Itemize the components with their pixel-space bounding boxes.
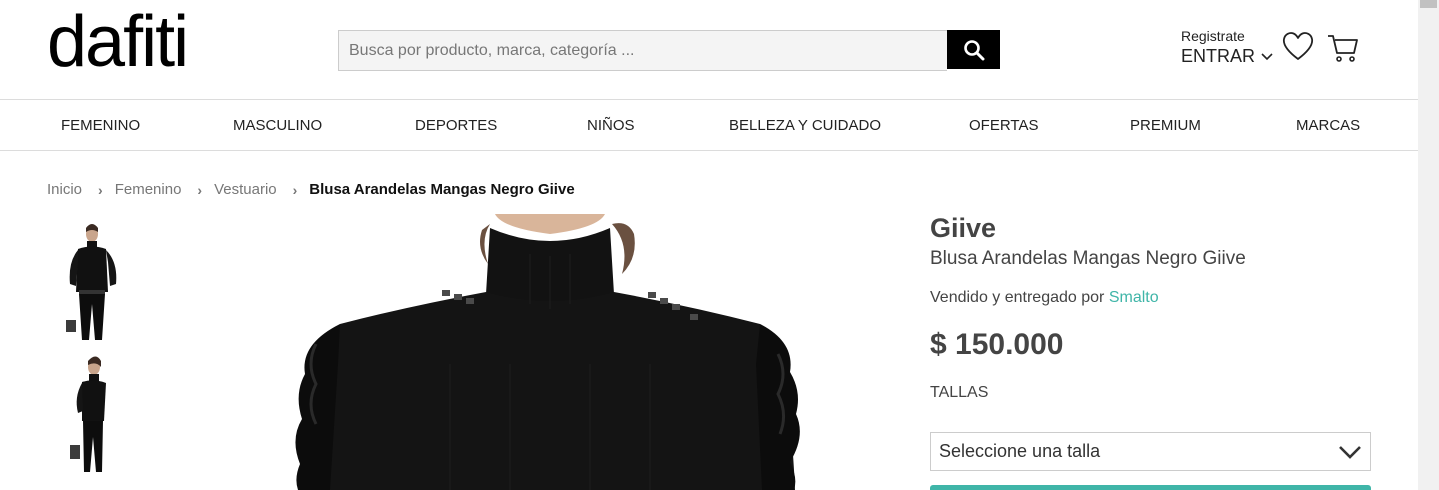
nav-item-belleza[interactable]: BELLEZA Y CUIDADO xyxy=(729,117,881,134)
page-scrollbar[interactable] xyxy=(1418,0,1439,490)
nav-item-ninos[interactable]: NIÑOS xyxy=(587,117,635,134)
scrollbar-thumb[interactable] xyxy=(1420,0,1437,8)
product-thumbnail-1[interactable] xyxy=(52,222,132,343)
search-bar xyxy=(338,30,1000,71)
nav-item-ofertas[interactable]: OFERTAS xyxy=(969,117,1038,134)
sizes-label: TALLAS xyxy=(930,384,989,401)
breadcrumb-separator: › xyxy=(98,181,103,198)
heart-icon[interactable] xyxy=(1282,31,1314,61)
chevron-down-icon xyxy=(1339,445,1361,459)
account-menu: Registrate ENTRAR xyxy=(1181,28,1273,67)
size-select-placeholder: Seleccione una talla xyxy=(939,441,1101,461)
nav-item-deportes[interactable]: DEPORTES xyxy=(415,117,497,134)
search-input[interactable] xyxy=(338,30,947,71)
breadcrumb-vestuario[interactable]: Vestuario xyxy=(214,181,277,198)
product-thumbnail-3[interactable] xyxy=(52,484,132,490)
login-dropdown[interactable]: ENTRAR xyxy=(1181,46,1273,67)
seller-link[interactable]: Smalto xyxy=(1109,289,1159,306)
search-icon xyxy=(963,39,984,60)
dafiti-logo[interactable]: dafiti xyxy=(47,2,189,82)
search-button[interactable] xyxy=(947,30,1000,69)
breadcrumb-femenino[interactable]: Femenino xyxy=(115,181,182,198)
breadcrumb-current: Blusa Arandelas Mangas Negro Giive xyxy=(309,181,575,198)
site-header: dafiti Registrate ENTRAR xyxy=(0,0,1418,100)
product-price: $ 150.000 xyxy=(930,328,1064,361)
nav-item-premium[interactable]: PREMIUM xyxy=(1130,117,1201,134)
product-thumbnail-2[interactable] xyxy=(52,353,132,474)
nav-item-marcas[interactable]: MARCAS xyxy=(1296,117,1360,134)
breadcrumb-separator: › xyxy=(197,181,203,198)
cart-icon[interactable] xyxy=(1327,33,1359,63)
product-main-image[interactable] xyxy=(250,214,850,490)
chevron-down-icon xyxy=(1261,52,1273,60)
main-nav: FEMENINO MASCULINO DEPORTES NIÑOS BELLEZ… xyxy=(0,100,1418,151)
nav-item-masculino[interactable]: MASCULINO xyxy=(233,117,322,134)
login-label: ENTRAR xyxy=(1181,46,1256,66)
nav-item-femenino[interactable]: FEMENINO xyxy=(61,117,140,134)
breadcrumb-separator: › xyxy=(292,181,298,198)
breadcrumb: Inicio › Femenino › Vestuario › Blusa Ar… xyxy=(47,181,575,198)
product-name: Blusa Arandelas Mangas Negro Giive xyxy=(930,248,1246,269)
size-select[interactable]: Seleccione una talla xyxy=(930,432,1371,471)
add-to-cart-button[interactable] xyxy=(930,485,1371,490)
seller-info: Vendido y entregado por Smalto xyxy=(930,289,1159,307)
product-brand[interactable]: Giive xyxy=(930,213,996,244)
breadcrumb-inicio[interactable]: Inicio xyxy=(47,181,82,198)
register-link[interactable]: Registrate xyxy=(1181,28,1273,44)
seller-prefix: Vendido y entregado por xyxy=(930,289,1105,306)
